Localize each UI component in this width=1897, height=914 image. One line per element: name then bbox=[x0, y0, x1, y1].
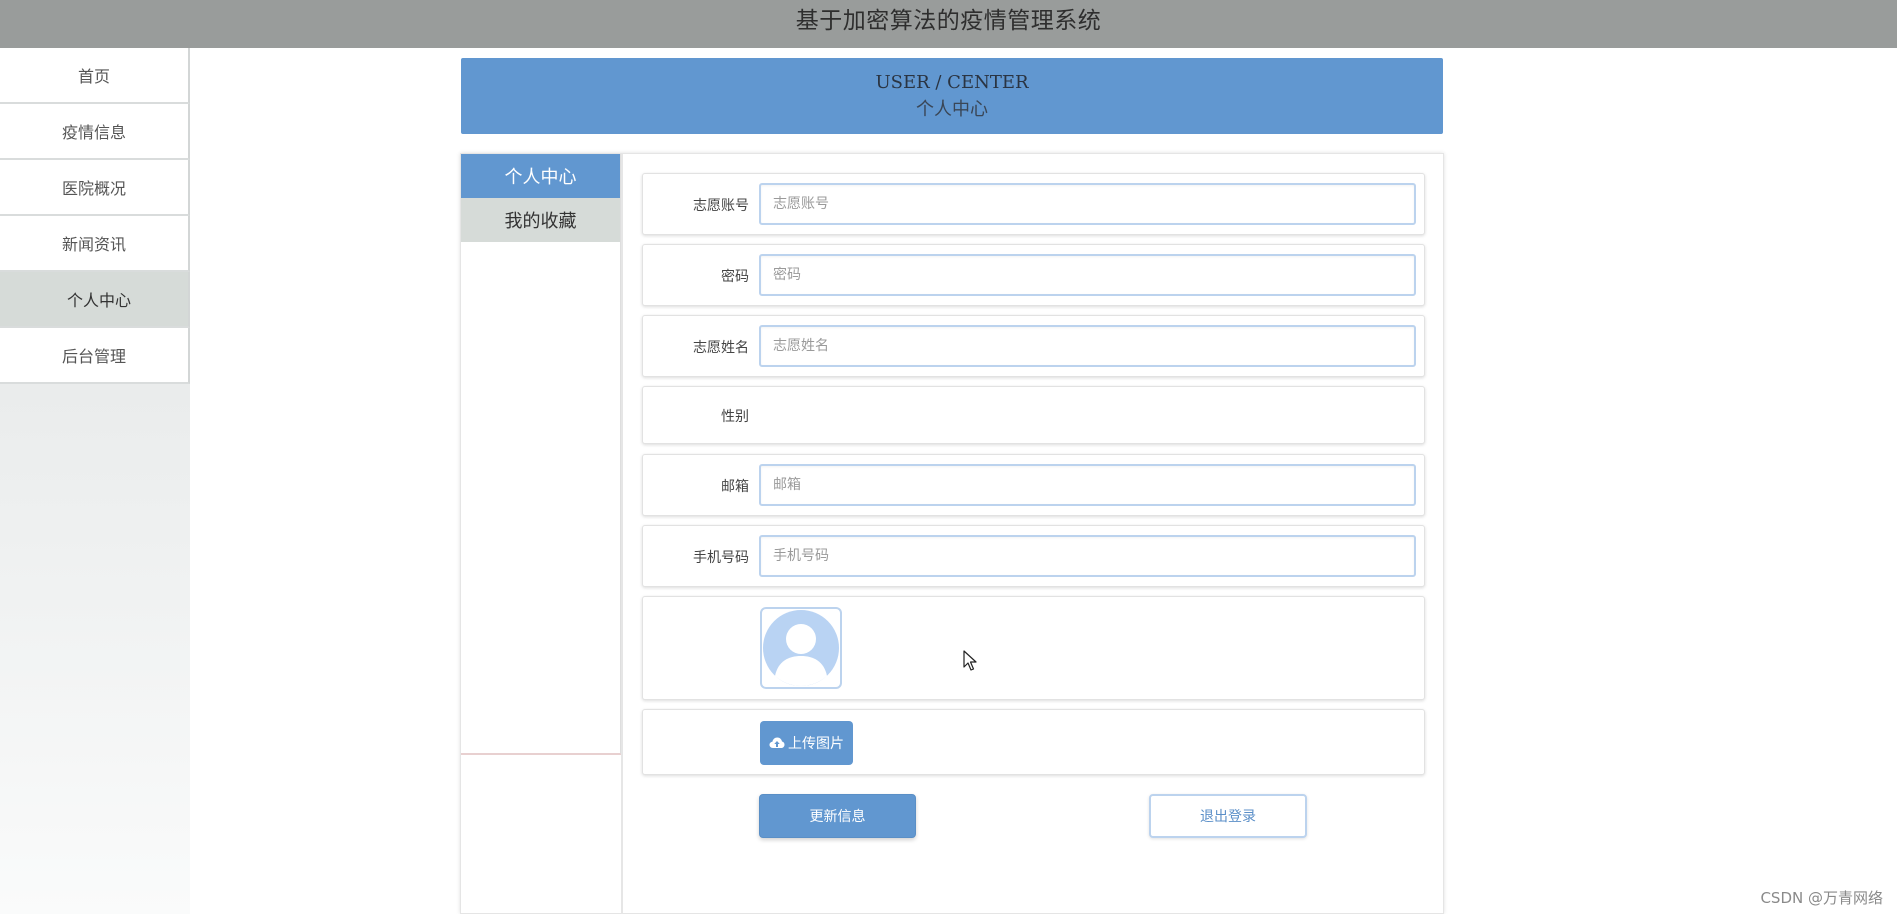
form-row-gender: 性别 bbox=[642, 386, 1425, 444]
nav-item-admin[interactable]: 后台管理 bbox=[0, 328, 190, 384]
mouse-pointer-icon bbox=[963, 650, 977, 671]
nav-item-news[interactable]: 新闻资讯 bbox=[0, 216, 190, 272]
form-row-password: 密码 bbox=[642, 244, 1425, 306]
phone-input[interactable] bbox=[759, 535, 1416, 577]
logout-button[interactable]: 退出登录 bbox=[1149, 794, 1307, 838]
sidebar: 首页 疫情信息 医院概况 新闻资讯 个人中心 后台管理 bbox=[0, 48, 190, 914]
cloud-upload-icon bbox=[769, 737, 785, 748]
nav-list: 首页 疫情信息 医院概况 新闻资讯 个人中心 后台管理 bbox=[0, 48, 190, 384]
password-label: 密码 bbox=[721, 269, 749, 285]
update-info-button[interactable]: 更新信息 bbox=[759, 794, 916, 838]
top-header: 基于加密算法的疫情管理系统 bbox=[0, 0, 1897, 48]
password-input[interactable] bbox=[759, 254, 1416, 296]
email-label: 邮箱 bbox=[721, 479, 749, 495]
form-row-avatar bbox=[642, 596, 1425, 700]
form-row-phone: 手机号码 bbox=[642, 525, 1425, 587]
nav-item-user-center[interactable]: 个人中心 bbox=[0, 272, 190, 328]
form-row-email: 邮箱 bbox=[642, 454, 1425, 516]
email-input[interactable] bbox=[759, 464, 1416, 506]
name-input[interactable] bbox=[759, 325, 1416, 367]
upload-image-button[interactable]: 上传图片 bbox=[760, 721, 853, 765]
nav-item-home[interactable]: 首页 bbox=[0, 48, 190, 104]
banner-title-zh: 个人中心 bbox=[916, 99, 988, 120]
gender-select-area[interactable] bbox=[759, 395, 1416, 435]
form-row-account: 志愿账号 bbox=[642, 173, 1425, 235]
form-row-upload: 上传图片 bbox=[642, 709, 1425, 775]
account-label: 志愿账号 bbox=[693, 198, 749, 214]
form-row-name: 志愿姓名 bbox=[642, 315, 1425, 377]
account-input[interactable] bbox=[759, 183, 1416, 225]
banner-title-en: USER / CENTER bbox=[875, 72, 1029, 93]
content-divider bbox=[621, 154, 623, 914]
upload-image-label: 上传图片 bbox=[788, 736, 844, 752]
subnav-item-user-center[interactable]: 个人中心 bbox=[461, 154, 620, 198]
name-label: 志愿姓名 bbox=[693, 340, 749, 356]
user-center-card: 个人中心 我的收藏 志愿账号 密码 志愿姓名 性别 邮箱 手机号码 bbox=[460, 153, 1444, 914]
site-title: 基于加密算法的疫情管理系统 bbox=[795, 8, 1102, 34]
nav-item-epidemic-info[interactable]: 疫情信息 bbox=[0, 104, 190, 160]
user-placeholder-icon bbox=[763, 610, 839, 686]
nav-item-hospital-overview[interactable]: 医院概况 bbox=[0, 160, 190, 216]
phone-label: 手机号码 bbox=[693, 550, 749, 566]
avatar-preview[interactable] bbox=[760, 607, 842, 689]
csdn-watermark: CSDN @万青网络 bbox=[1760, 889, 1883, 907]
gender-label: 性别 bbox=[721, 409, 749, 425]
user-center-banner: USER / CENTER 个人中心 bbox=[461, 58, 1443, 134]
subnav-item-favorites[interactable]: 我的收藏 bbox=[461, 198, 620, 242]
user-center-subnav: 个人中心 我的收藏 bbox=[461, 154, 622, 755]
